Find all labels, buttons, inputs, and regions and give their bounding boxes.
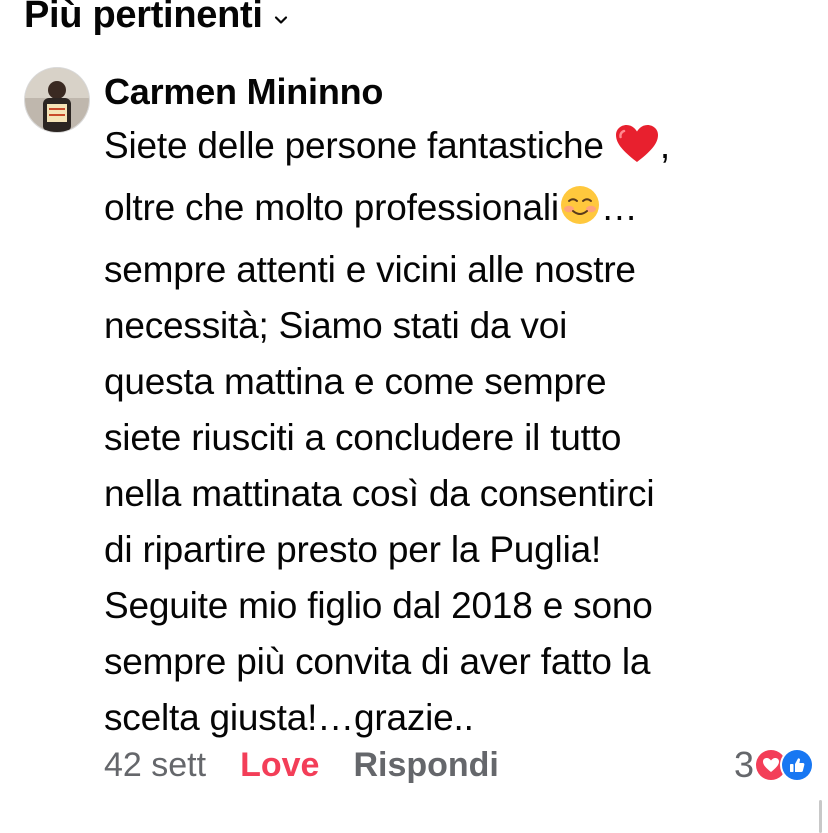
comment-actions: 42 sett Love Rispondi	[104, 740, 499, 790]
comment: Carmen Mininno Siete delle persone fanta…	[104, 68, 804, 746]
like-reaction-icon	[782, 750, 812, 780]
comment-text-after-heart: ,	[659, 125, 670, 166]
comment-text-rest: sempre attenti e vicini alle nostre nece…	[104, 249, 655, 738]
comment-timestamp[interactable]: 42 sett	[104, 740, 206, 790]
comment-text-after-smile: …	[600, 187, 638, 228]
smiling-face-emoji	[559, 184, 601, 242]
scrollbar[interactable]	[819, 800, 822, 833]
comment-author[interactable]: Carmen Mininno	[104, 68, 804, 116]
sort-selector[interactable]: Più pertinenti	[24, 0, 289, 37]
love-button[interactable]: Love	[240, 740, 319, 790]
reaction-summary[interactable]: 3	[734, 740, 812, 790]
red-heart-emoji	[614, 124, 660, 180]
reaction-icons	[756, 750, 812, 780]
reaction-count: 3	[733, 744, 754, 785]
sort-label: Più pertinenti	[24, 0, 263, 36]
avatar[interactable]	[25, 68, 89, 132]
comment-text-line-1: Siete delle persone fantastiche	[104, 125, 614, 166]
comment-text: Siete delle persone fantastiche , oltre …	[104, 118, 804, 746]
reply-button[interactable]: Rispondi	[353, 740, 498, 790]
chevron-down-icon	[273, 12, 289, 28]
comment-text-line-2: oltre che molto professionali	[104, 187, 559, 228]
